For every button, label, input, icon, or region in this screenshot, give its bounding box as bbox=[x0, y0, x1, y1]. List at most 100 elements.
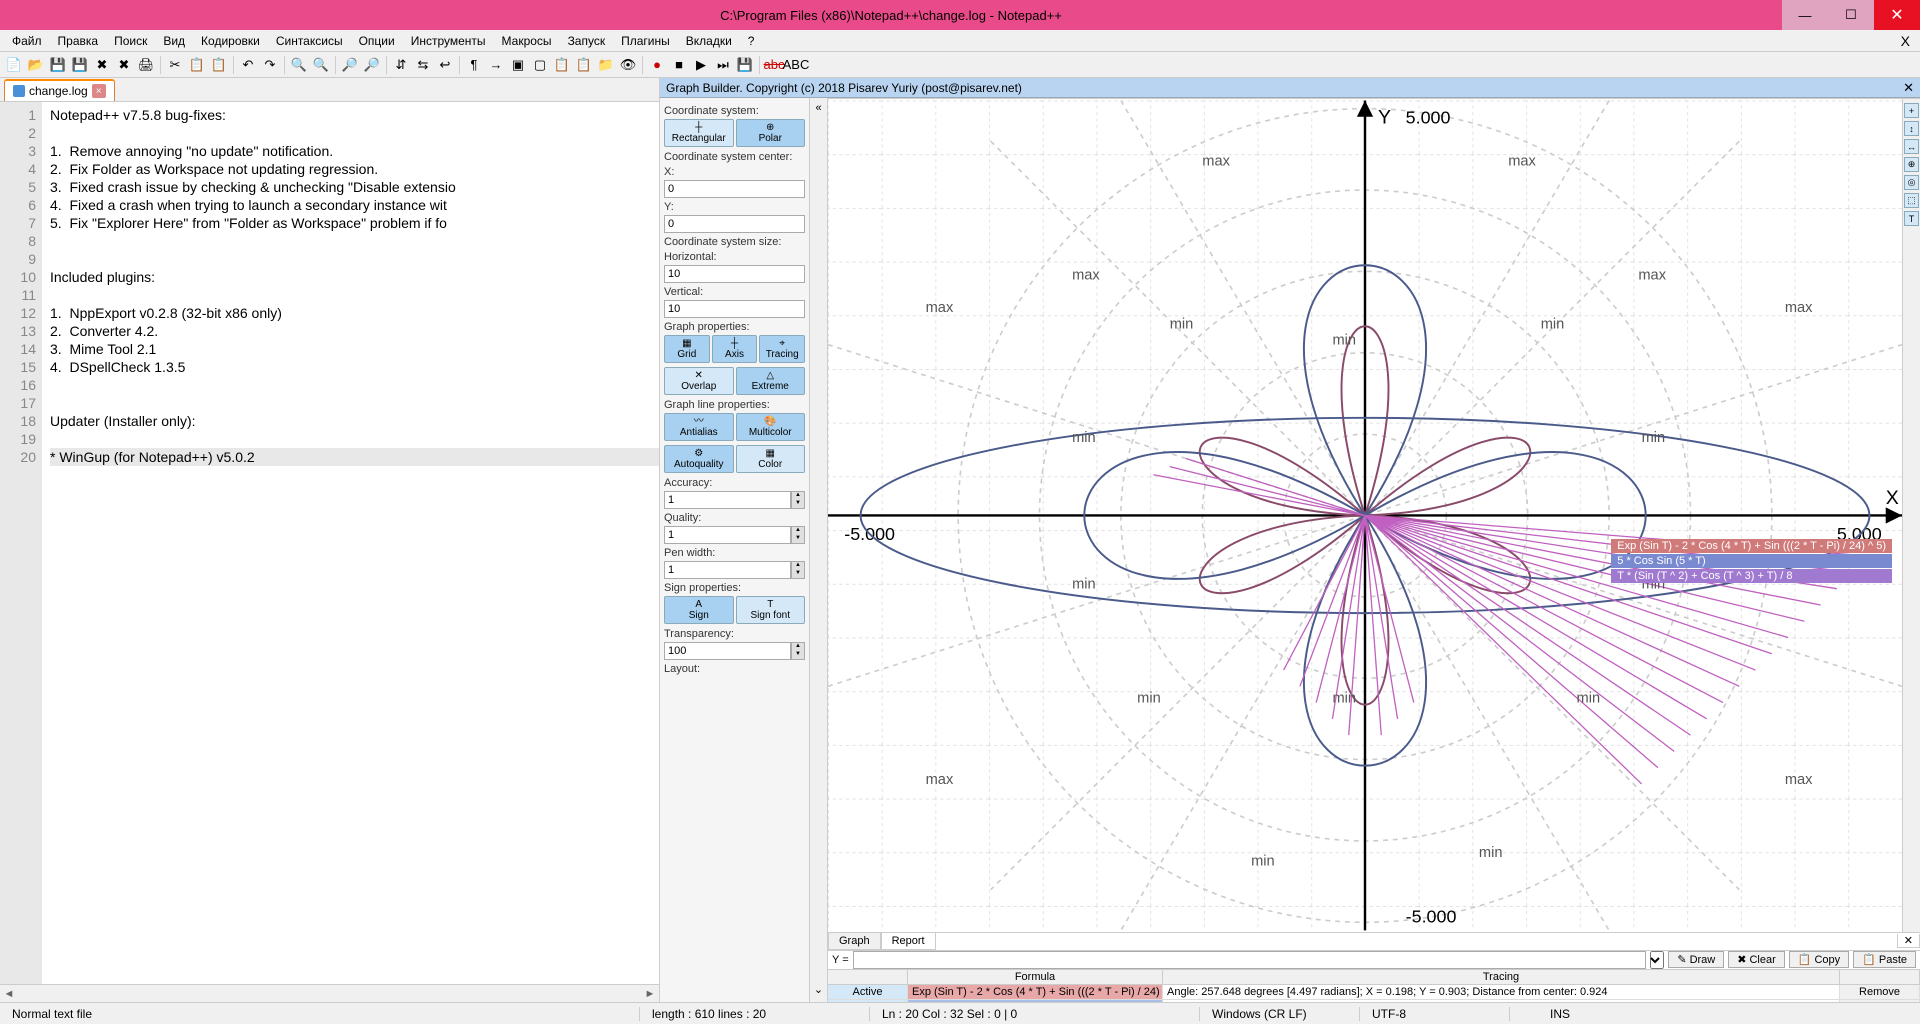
extreme-button[interactable]: △Extreme bbox=[736, 367, 806, 395]
monitor-icon[interactable]: 👁 bbox=[618, 55, 638, 75]
menu-syntax[interactable]: Синтаксисы bbox=[268, 32, 351, 50]
spin-icon[interactable]: ▲▼ bbox=[791, 561, 805, 579]
signfont-button[interactable]: TSign font bbox=[736, 596, 806, 624]
formula-input[interactable] bbox=[853, 951, 1647, 969]
size-v-input[interactable] bbox=[664, 300, 805, 318]
tab-changelog[interactable]: change.log × bbox=[4, 79, 115, 101]
undo-icon[interactable]: ↶ bbox=[238, 55, 258, 75]
save-all-icon[interactable]: 💾 bbox=[70, 55, 90, 75]
maximize-button[interactable]: ☐ bbox=[1828, 0, 1874, 30]
menu-help[interactable]: ? bbox=[740, 32, 763, 50]
menu-file[interactable]: Файл bbox=[4, 32, 50, 50]
plot-area[interactable]: Y X 5.000 -5.000 -5.000 5.000 bbox=[828, 99, 1902, 932]
copy-icon[interactable]: 📋 bbox=[187, 55, 207, 75]
tool-4-icon[interactable]: ⊕ bbox=[1904, 157, 1919, 172]
polar-button[interactable]: ⊕Polar bbox=[736, 119, 806, 147]
formula-dropdown[interactable] bbox=[1650, 951, 1664, 969]
close-file-icon[interactable]: ✖ bbox=[92, 55, 112, 75]
print-icon[interactable]: 🖨 bbox=[136, 55, 156, 75]
remove-button[interactable]: Remove bbox=[1840, 985, 1920, 999]
unfold-icon[interactable]: ▢ bbox=[530, 55, 550, 75]
accuracy-input[interactable] bbox=[664, 491, 791, 509]
show-all-icon[interactable]: ¶ bbox=[464, 55, 484, 75]
tool-3-icon[interactable]: ↔ bbox=[1904, 139, 1919, 154]
redo-icon[interactable]: ↷ bbox=[260, 55, 280, 75]
record-icon[interactable]: ● bbox=[647, 55, 667, 75]
menu-tools[interactable]: Инструменты bbox=[403, 32, 494, 50]
h-scrollbar[interactable]: ◄ ► bbox=[0, 984, 659, 1002]
replace-icon[interactable]: 🔍 bbox=[311, 55, 331, 75]
fold-icon[interactable]: ▣ bbox=[508, 55, 528, 75]
tab-close-icon[interactable]: × bbox=[92, 84, 106, 98]
size-h-input[interactable] bbox=[664, 265, 805, 283]
expand-icon[interactable]: « bbox=[815, 102, 821, 114]
menu-macros[interactable]: Макросы bbox=[494, 32, 560, 50]
zoom-out-icon[interactable]: 🔎 bbox=[362, 55, 382, 75]
cut-icon[interactable]: ✂ bbox=[165, 55, 185, 75]
menu-edit[interactable]: Правка bbox=[50, 32, 107, 50]
spin-icon[interactable]: ▲▼ bbox=[791, 491, 805, 509]
open-file-icon[interactable]: 📂 bbox=[26, 55, 46, 75]
sync-h-icon[interactable]: ⇆ bbox=[413, 55, 433, 75]
spin-icon[interactable]: ▲▼ bbox=[791, 642, 805, 660]
autoq-button[interactable]: ⚙Autoquality bbox=[664, 445, 734, 473]
menu-view[interactable]: Вид bbox=[155, 32, 193, 50]
active-cell[interactable]: Active bbox=[828, 1000, 908, 1002]
active-cell[interactable]: Active bbox=[828, 985, 908, 999]
spin-icon[interactable]: ▲▼ bbox=[791, 526, 805, 544]
menu-close-x[interactable]: X bbox=[1895, 33, 1916, 49]
pen-input[interactable] bbox=[664, 561, 791, 579]
axis-button[interactable]: ┼Axis bbox=[712, 335, 758, 363]
tool-6-icon[interactable]: ⬚ bbox=[1904, 193, 1919, 208]
color-button[interactable]: ▦Color bbox=[736, 445, 806, 473]
doc-map-icon[interactable]: 📋 bbox=[552, 55, 572, 75]
paste-icon[interactable]: 📋 bbox=[209, 55, 229, 75]
sync-v-icon[interactable]: ⇵ bbox=[391, 55, 411, 75]
paste-button[interactable]: 📋 Paste bbox=[1853, 951, 1916, 968]
menu-options[interactable]: Опции bbox=[351, 32, 403, 50]
code-area[interactable]: Notepad++ v7.5.8 bug-fixes: 1. Remove an… bbox=[42, 102, 659, 984]
close-all-icon[interactable]: ✖ bbox=[114, 55, 134, 75]
trans-input[interactable] bbox=[664, 642, 791, 660]
play-icon[interactable]: ▶ bbox=[691, 55, 711, 75]
scroll-left-icon[interactable]: ◄ bbox=[0, 985, 18, 1002]
quality-input[interactable] bbox=[664, 526, 791, 544]
tracing-button[interactable]: ⌖Tracing bbox=[759, 335, 805, 363]
draw-button[interactable]: ✎ Draw bbox=[1668, 951, 1724, 968]
folder-ws-icon[interactable]: 📁 bbox=[596, 55, 616, 75]
center-y-input[interactable] bbox=[664, 215, 805, 233]
save-icon[interactable]: 💾 bbox=[48, 55, 68, 75]
tab-report[interactable]: Report bbox=[881, 933, 936, 950]
menu-plugins[interactable]: Плагины bbox=[613, 32, 678, 50]
antialias-button[interactable]: 〰Antialias bbox=[664, 413, 734, 441]
new-file-icon[interactable]: 📄 bbox=[4, 55, 24, 75]
wrap-icon[interactable]: ↩ bbox=[435, 55, 455, 75]
tool-1-icon[interactable]: + bbox=[1904, 103, 1919, 118]
sign-button[interactable]: ASign bbox=[664, 596, 734, 624]
graph-close-icon[interactable]: ✕ bbox=[1903, 80, 1914, 96]
indent-icon[interactable]: → bbox=[486, 55, 506, 75]
clear-button[interactable]: ✖ Clear bbox=[1728, 951, 1785, 968]
tabs-close-icon[interactable]: ✕ bbox=[1897, 934, 1920, 948]
find-icon[interactable]: 🔍 bbox=[289, 55, 309, 75]
stop-icon[interactable]: ■ bbox=[669, 55, 689, 75]
play-multi-icon[interactable]: ⏭ bbox=[713, 55, 733, 75]
copy-button[interactable]: 📋 Copy bbox=[1789, 951, 1849, 968]
text-editor[interactable]: 1234567891011121314151617181920 Notepad+… bbox=[0, 102, 659, 984]
close-button[interactable]: ✕ bbox=[1874, 0, 1920, 30]
save-macro-icon[interactable]: 💾 bbox=[735, 55, 755, 75]
rect-button[interactable]: ┼Rectangular bbox=[664, 119, 734, 147]
scroll-right-icon[interactable]: ► bbox=[641, 985, 659, 1002]
spellcheck-icon[interactable]: abc bbox=[764, 55, 784, 75]
menu-tabs[interactable]: Вкладки bbox=[678, 32, 740, 50]
tool-5-icon[interactable]: ◎ bbox=[1904, 175, 1919, 190]
grid-button[interactable]: ▦Grid bbox=[664, 335, 710, 363]
center-x-input[interactable] bbox=[664, 180, 805, 198]
multicolor-button[interactable]: 🎨Multicolor bbox=[736, 413, 806, 441]
menu-run[interactable]: Запуск bbox=[560, 32, 614, 50]
tool-7-icon[interactable]: T bbox=[1904, 211, 1919, 226]
overlap-button[interactable]: ✕Overlap bbox=[664, 367, 734, 395]
func-list-icon[interactable]: 📋 bbox=[574, 55, 594, 75]
menu-search[interactable]: Поиск bbox=[106, 32, 155, 50]
spellcheck2-icon[interactable]: ABC bbox=[786, 55, 806, 75]
